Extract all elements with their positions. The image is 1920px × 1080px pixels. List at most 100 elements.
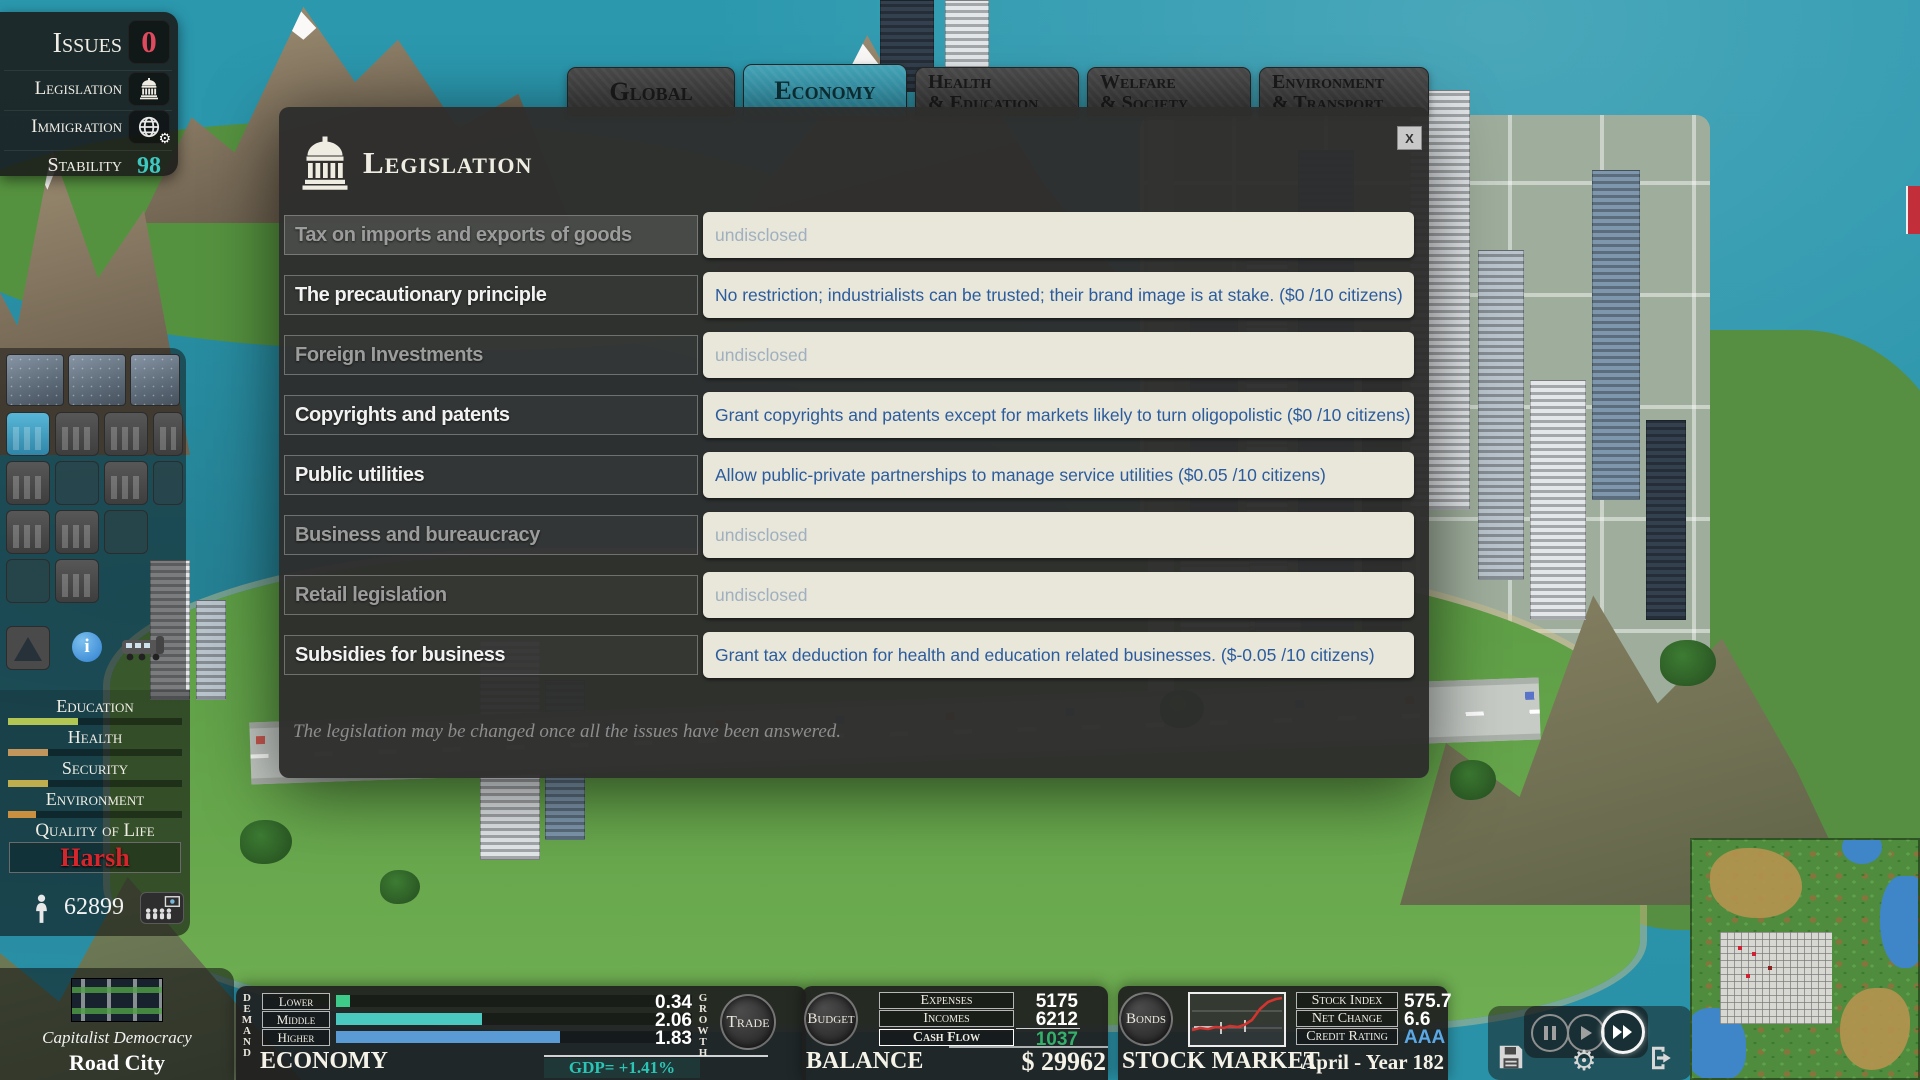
build-tile[interactable]: [6, 559, 50, 603]
stock-index-label: Stock Index: [1296, 992, 1398, 1009]
city-flag[interactable]: [71, 978, 163, 1022]
tab-label: Health: [928, 72, 1078, 93]
dialog-title: Legislation: [363, 145, 532, 181]
bonds-button[interactable]: Bonds: [1119, 992, 1173, 1046]
settings-gear-button[interactable]: ⚙: [1568, 1044, 1600, 1076]
build-tile[interactable]: [104, 510, 148, 554]
menu-item-immigration[interactable]: Immigration: [0, 116, 122, 142]
population-value: 62899: [52, 894, 136, 921]
balance-title: BALANCE: [806, 1048, 923, 1075]
demand-label-middle: Middle: [262, 1011, 330, 1028]
policy-value[interactable]: undisclosed: [703, 512, 1414, 558]
policy-label[interactable]: Public utilities: [284, 455, 698, 495]
train-button[interactable]: [120, 634, 168, 664]
build-tile[interactable]: [55, 510, 99, 554]
budget-button[interactable]: Budget: [804, 992, 858, 1046]
menu-item-stability[interactable]: Stability: [0, 154, 122, 180]
tab-label: Economy: [774, 76, 875, 106]
build-tile[interactable]: [153, 412, 183, 456]
policy-value[interactable]: Grant copyrights and patents except for …: [703, 392, 1414, 438]
edge-marker: [1906, 186, 1920, 234]
person-icon: [34, 894, 49, 924]
building: [945, 0, 989, 70]
build-tile[interactable]: [55, 461, 99, 505]
stat-label-health: Health: [0, 727, 190, 748]
stat-bar-education: [8, 718, 182, 725]
policy-value[interactable]: undisclosed: [703, 332, 1414, 378]
tab-label: Welfare: [1100, 72, 1250, 93]
policy-value[interactable]: undisclosed: [703, 212, 1414, 258]
gdp-indicator: GDP= +1.41%: [544, 1058, 700, 1078]
demand-label-lower: Lower: [262, 993, 330, 1010]
policy-label[interactable]: Retail legislation: [284, 575, 698, 615]
triangle-icon: [14, 637, 42, 661]
stat-bar-fill: [8, 780, 48, 787]
legislation-row: Business and bureaucracy undisclosed: [279, 512, 1429, 558]
policy-label[interactable]: The precautionary principle: [284, 275, 698, 315]
policy-label[interactable]: Tax on imports and exports of goods: [284, 215, 698, 255]
info-button[interactable]: i: [72, 632, 102, 662]
globe-gear-icon[interactable]: ⚙: [128, 110, 170, 144]
policy-label[interactable]: Business and bureaucracy: [284, 515, 698, 555]
minimap-marker: [1738, 946, 1742, 950]
build-tile[interactable]: [104, 461, 148, 505]
build-menu: i: [0, 348, 186, 690]
pause-button[interactable]: [1531, 1014, 1569, 1052]
stability-value: 98: [128, 152, 170, 180]
save-button[interactable]: [1492, 1038, 1530, 1076]
minimap-city-area: [1720, 932, 1832, 1024]
legislation-dialog: Legislation X Tax on imports and exports…: [279, 107, 1429, 778]
stat-bar-fill: [8, 811, 36, 818]
building: [1478, 250, 1524, 580]
credit-rating-label: Credit Rating: [1296, 1028, 1398, 1045]
build-tile[interactable]: [6, 412, 50, 456]
demand-value-higher: 1.83: [586, 1028, 692, 1050]
build-tile[interactable]: [55, 559, 99, 603]
policy-label[interactable]: Copyrights and patents: [284, 395, 698, 435]
close-button[interactable]: X: [1397, 126, 1422, 150]
expenses-label: Expenses: [879, 992, 1014, 1009]
tab-label: Global: [609, 77, 692, 107]
legislation-row: Tax on imports and exports of goods undi…: [279, 212, 1429, 258]
building: [1592, 170, 1640, 500]
stat-bar-security: [8, 780, 182, 787]
building: [1530, 380, 1586, 620]
capitol-icon[interactable]: [128, 72, 170, 106]
build-tile[interactable]: [6, 461, 50, 505]
trade-button[interactable]: Trade: [720, 994, 776, 1050]
build-category-photo[interactable]: [130, 354, 180, 406]
build-tile[interactable]: [6, 510, 50, 554]
terrain-tool-button[interactable]: [6, 626, 50, 670]
policy-value[interactable]: undisclosed: [703, 572, 1414, 618]
gear-icon: ⚙: [158, 131, 171, 147]
stock-line-chart: [1190, 994, 1284, 1045]
legislation-row: Public utilities Allow public-private pa…: [279, 452, 1429, 498]
menu-item-legislation[interactable]: Legislation: [0, 78, 122, 104]
demand-bar-fill: [336, 1031, 560, 1043]
save-icon: [1496, 1042, 1526, 1072]
policy-value[interactable]: No restriction; industrialists can be tr…: [703, 272, 1414, 318]
build-category-photo[interactable]: [6, 354, 64, 406]
build-tile[interactable]: [153, 461, 183, 505]
growth-axis-label: GROWTH: [696, 992, 709, 1060]
quality-of-life-label: Quality of Life: [0, 820, 190, 842]
dialog-note: The legislation may be changed once all …: [293, 721, 841, 743]
game-date: April - Year 182: [1288, 1050, 1444, 1075]
policy-label[interactable]: Foreign Investments: [284, 335, 698, 375]
menu-item-issues[interactable]: Issues: [0, 28, 122, 68]
minimap[interactable]: [1690, 838, 1920, 1080]
demographics-button[interactable]: [140, 892, 184, 924]
stock-mini-chart: [1188, 992, 1286, 1047]
build-tile[interactable]: [104, 412, 148, 456]
issues-count-badge[interactable]: 0: [128, 20, 170, 64]
build-tile[interactable]: [55, 412, 99, 456]
stat-bar-environment: [8, 811, 182, 818]
build-category-photo[interactable]: [68, 354, 126, 406]
policy-label[interactable]: Subsidies for business: [284, 635, 698, 675]
credit-rating-value: AAA: [1404, 1027, 1448, 1049]
fast-forward-button[interactable]: [1601, 1010, 1645, 1054]
exit-button[interactable]: [1644, 1040, 1680, 1076]
policy-value[interactable]: Grant tax deduction for health and educa…: [703, 632, 1414, 678]
demand-bar-fill: [336, 995, 350, 1007]
policy-value[interactable]: Allow public-private partnerships to man…: [703, 452, 1414, 498]
